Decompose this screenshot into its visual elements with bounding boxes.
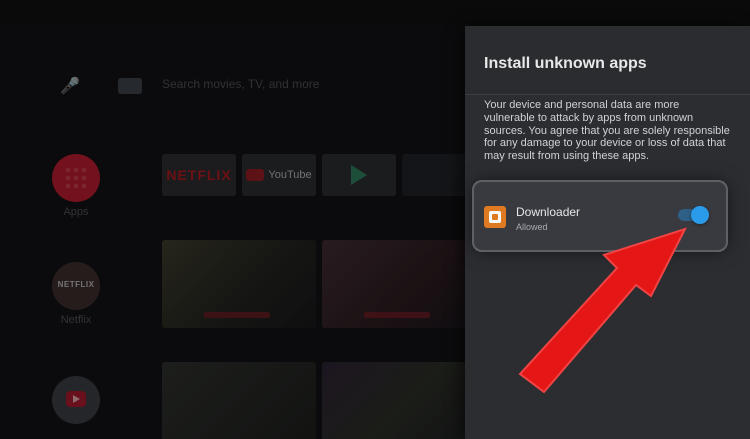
panel-title: Install unknown apps <box>484 55 647 72</box>
panel-description: Your device and personal data are more v… <box>484 99 730 163</box>
toggle-knob <box>691 206 709 224</box>
panel-divider <box>465 94 750 95</box>
allow-toggle[interactable] <box>678 206 709 224</box>
downloader-glyph-icon <box>489 211 501 223</box>
app-name: Downloader <box>516 205 581 219</box>
dim-overlay <box>0 26 465 439</box>
home-screen: 🎤 Search movies, TV, and more Apps NETFL… <box>0 26 465 439</box>
downloader-app-row[interactable]: Downloader Allowed <box>474 182 726 250</box>
app-status: Allowed <box>516 222 548 232</box>
screen: 🎤 Search movies, TV, and more Apps NETFL… <box>0 0 750 439</box>
panel-header: Install unknown apps <box>465 26 750 94</box>
downloader-app-icon <box>484 206 506 228</box>
